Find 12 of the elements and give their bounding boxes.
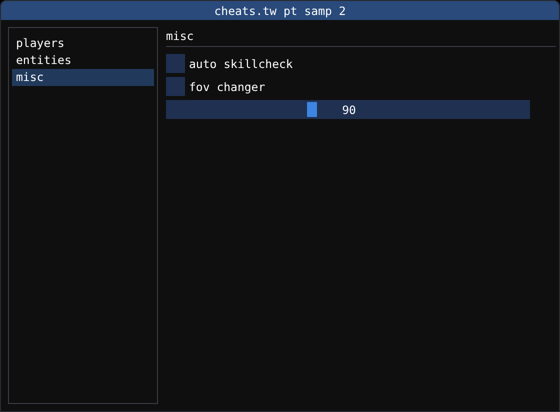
fov-slider[interactable]: 90 <box>166 100 530 119</box>
checkbox[interactable] <box>166 54 185 73</box>
window-title: cheats.tw pt samp 2 <box>214 4 346 18</box>
slider-thumb[interactable] <box>306 102 317 117</box>
checkbox[interactable] <box>166 77 185 96</box>
checkbox-label: auto skillcheck <box>189 56 293 70</box>
checkbox-label: fov changer <box>189 80 266 94</box>
section-title: misc <box>166 28 195 44</box>
sidebar-item[interactable]: misc <box>12 69 154 86</box>
sidebar-item[interactable]: entities <box>12 52 154 69</box>
slider-value: 90 <box>342 102 356 116</box>
sidebar-item[interactable]: players <box>12 35 154 52</box>
